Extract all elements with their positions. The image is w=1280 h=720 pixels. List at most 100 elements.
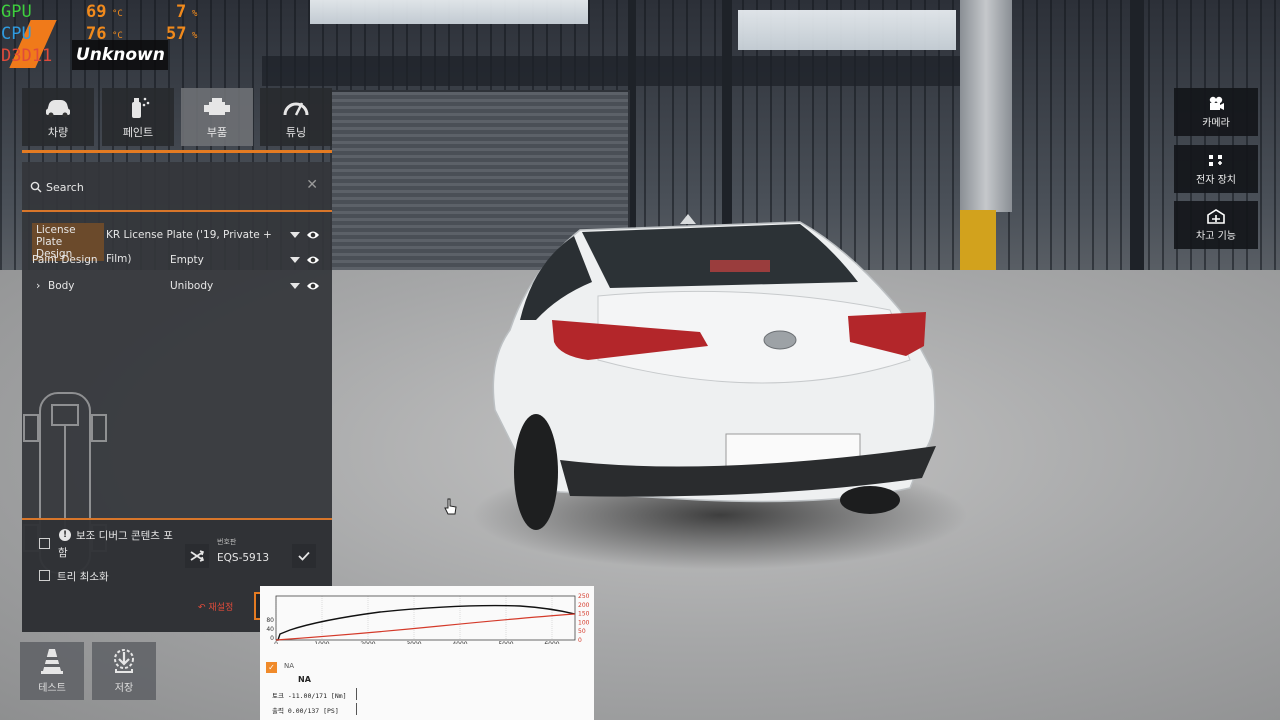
chevron-down-icon[interactable] xyxy=(290,257,300,263)
reset-button[interactable]: ↶ 재설정 xyxy=(198,600,233,613)
right-tick-label: 200 xyxy=(578,602,590,609)
reset-label: 재설정 xyxy=(208,603,234,613)
garage-functions-label: 차고 기능 xyxy=(1196,231,1236,242)
property-key: Body xyxy=(48,280,75,292)
tab-paint[interactable]: 페인트 xyxy=(102,88,174,146)
search-divider xyxy=(22,210,332,212)
property-row-license-plate[interactable]: License Plate Design KR License Plate ('… xyxy=(32,223,328,265)
property-value-dropdown[interactable]: Unibody xyxy=(170,274,360,298)
right-tick-label: 0 xyxy=(578,637,582,644)
tab-tuning[interactable]: 튜닝 xyxy=(260,88,332,146)
camera-button[interactable]: 카메라 xyxy=(1174,88,1258,136)
property-row-paint-design[interactable]: Paint Design Empty xyxy=(32,248,328,272)
right-tick-label: 50 xyxy=(578,628,586,635)
right-tick-label: 150 xyxy=(578,611,590,618)
debug-content-label: 보조 디버그 콘텐츠 포함 xyxy=(58,530,173,559)
right-tick-label: 100 xyxy=(578,619,590,626)
right-tick-label: 250 xyxy=(578,593,590,600)
tab-vehicle[interactable]: 차량 xyxy=(22,88,94,146)
property-key: Paint Design xyxy=(32,254,98,266)
x-tick-label: 3000 xyxy=(406,641,421,644)
eye-icon[interactable] xyxy=(306,280,320,292)
save-download-icon xyxy=(114,649,134,673)
chevron-right-icon[interactable]: › xyxy=(36,274,40,298)
tab-underline xyxy=(22,150,332,153)
confirm-plate-button[interactable] xyxy=(292,544,316,568)
status-text: Unknown xyxy=(76,45,165,65)
car-model[interactable] xyxy=(470,210,950,530)
steel-column xyxy=(1130,0,1144,270)
electronics-icon xyxy=(1209,155,1222,166)
series-label: NA xyxy=(298,675,311,684)
randomize-plate-button[interactable] xyxy=(185,544,209,568)
property-row-body[interactable]: › Body Unibody xyxy=(32,274,328,298)
save-button[interactable]: 저장 xyxy=(92,642,156,700)
api-label: D3D11 xyxy=(1,46,53,66)
dyno-graph-panel: 0100020003000400050006000804002502001501… xyxy=(260,586,594,720)
electronics-button[interactable]: 전자 장치 xyxy=(1174,145,1258,193)
torque-readout: 토크 -11.00/171 [Nm] xyxy=(272,692,347,700)
metric-separator xyxy=(356,703,357,715)
left-tick-label: 40 xyxy=(266,626,274,633)
tab-parts[interactable]: 부품 xyxy=(181,88,253,146)
undo-arrow-icon: ↶ xyxy=(198,603,206,613)
property-value-dropdown[interactable]: Empty xyxy=(170,248,360,272)
garage-icon xyxy=(1207,209,1225,224)
cpu-label: CPU xyxy=(1,24,32,44)
camera-icon xyxy=(1209,96,1224,110)
save-label: 저장 xyxy=(114,683,134,694)
fps-status-box: Unknown xyxy=(72,40,168,70)
x-tick-label: 5000 xyxy=(498,641,513,644)
garage-functions-button[interactable]: 차고 기능 xyxy=(1174,201,1258,249)
minimize-tree-label: 트리 최소화 xyxy=(57,571,109,583)
skylight-window xyxy=(310,0,588,24)
power-readout: 출력 0.00/137 [PS] xyxy=(272,707,339,715)
performance-overlay: GPU 69 °C 7 % CPU 76 °C 57 % D3D11 Unkno… xyxy=(0,0,200,72)
chevron-down-icon[interactable] xyxy=(290,232,300,238)
tab-label: 페인트 xyxy=(122,126,154,139)
gauge-icon xyxy=(283,102,309,116)
category-tabs: 차량 페인트 부품 튜닝 xyxy=(22,88,332,154)
plate-number-input[interactable]: EQS-5913 xyxy=(217,552,269,564)
cpu-load-unit: % xyxy=(192,31,198,41)
left-tick-label: 80 xyxy=(266,617,274,624)
gpu-temp: 69 xyxy=(86,2,107,22)
close-icon[interactable]: ✕ xyxy=(306,177,318,193)
series-label-small: NA xyxy=(284,662,295,670)
gpu-label: GPU xyxy=(1,2,32,22)
search-input[interactable] xyxy=(46,180,276,194)
gpu-temp-unit: °C xyxy=(112,9,123,19)
eye-icon[interactable] xyxy=(306,229,320,241)
minimize-tree-checkbox[interactable] xyxy=(39,570,50,581)
concrete-pillar xyxy=(960,0,1012,212)
tab-label: 차량 xyxy=(47,126,69,139)
na-series-checkbox[interactable]: ✓ xyxy=(266,662,277,673)
skylight-window xyxy=(738,10,956,50)
x-tick-label: 6000 xyxy=(544,641,559,644)
left-tick-label: 0 xyxy=(270,635,274,642)
search-bar: ✕ xyxy=(30,174,322,200)
cpu-load: 57 xyxy=(166,24,187,44)
power-curve xyxy=(275,613,576,641)
test-button[interactable]: 테스트 xyxy=(20,642,84,700)
shuffle-icon xyxy=(190,550,205,562)
electronics-label: 전자 장치 xyxy=(1196,175,1236,186)
search-icon xyxy=(30,181,42,193)
x-tick-label: 1000 xyxy=(314,641,329,644)
chevron-down-icon[interactable] xyxy=(290,283,300,289)
mouse-cursor-icon xyxy=(444,498,457,515)
eye-icon[interactable] xyxy=(306,254,320,266)
plate-field-label: 번호판 xyxy=(217,538,237,546)
car-icon xyxy=(46,100,70,118)
metric-separator xyxy=(356,688,357,700)
debug-content-checkbox[interactable] xyxy=(39,538,50,549)
camera-label: 카메라 xyxy=(1202,118,1230,129)
options-divider xyxy=(22,518,332,520)
torque-curve xyxy=(276,604,576,641)
tab-label: 부품 xyxy=(206,126,228,139)
traffic-cone-icon xyxy=(41,649,63,674)
checkmark-icon xyxy=(298,551,310,561)
x-tick-label: 2000 xyxy=(360,641,375,644)
gpu-load: 7 xyxy=(176,2,187,22)
tab-label: 튜닝 xyxy=(285,126,307,139)
